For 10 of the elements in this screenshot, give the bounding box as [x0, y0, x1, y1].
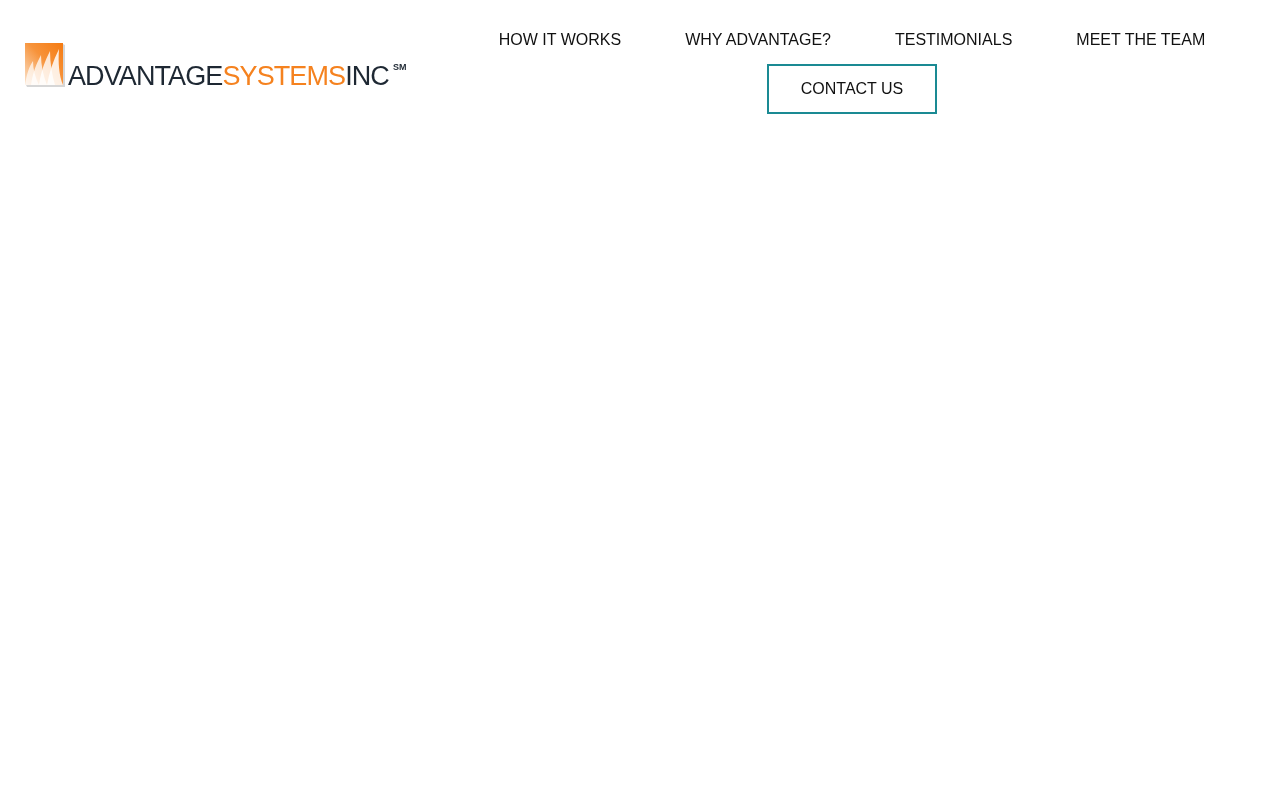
nav-link[interactable]: WHY ADVANTAGE? [653, 22, 863, 58]
flame-logo-icon [25, 43, 65, 87]
logo-word: INC [345, 65, 389, 87]
nav-link[interactable]: TESTIMONIALS [862, 22, 1045, 58]
logo-word: SYSTEMS [222, 65, 346, 87]
contact-us-button[interactable]: CONTACT US [766, 64, 938, 114]
nav-link[interactable]: HOW IT WORKS [466, 22, 654, 58]
logo-word: ADVANTAGE [68, 65, 223, 87]
service-mark: SM [393, 63, 407, 72]
nav-link[interactable]: MEET THE TEAM [1044, 22, 1238, 58]
